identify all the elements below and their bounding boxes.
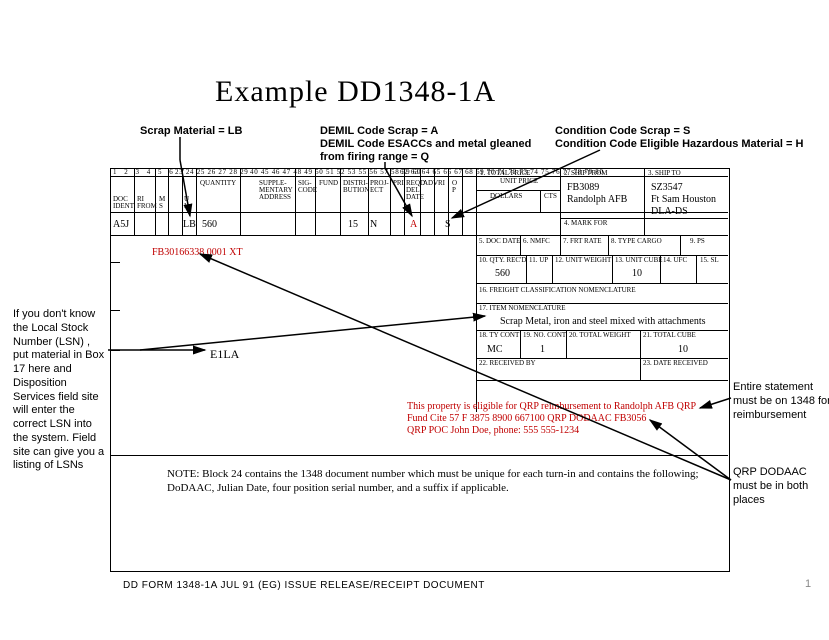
hdr-pri: PRI <box>393 180 404 187</box>
hdr-qty-recd: 10. QTY. REC'D <box>479 257 526 264</box>
hdr-type-cargo: 8. TYPE CARGO <box>611 238 662 245</box>
hdr-sig: SIG- CODE <box>298 180 317 194</box>
page-number: 1 <box>805 578 811 590</box>
hdr-dollars: DOLLARS <box>490 193 522 200</box>
val-ship-to-3: DLA-DS <box>651 206 688 217</box>
hdr-ri-from: RI FROM <box>137 196 157 210</box>
hdr-received-by: 22. RECEIVED BY <box>479 360 536 367</box>
qrp-line-3: QRP POC John Doe, phone: 555 555-1234 <box>407 425 579 436</box>
val-total-cube: 10 <box>678 344 688 355</box>
val-unit-cube: 10 <box>632 268 642 279</box>
legend-scrap-material: Scrap Material = LB <box>140 125 242 137</box>
hdr-total-cube: 21. TOTAL CUBE <box>643 332 696 339</box>
right-note-b: QRP DODAAC must be in both places <box>733 466 829 507</box>
qrp-line-1: This property is eligible for QRP reimbu… <box>407 401 696 412</box>
val-ship-to-2: Ft Sam Houston <box>651 194 716 205</box>
hdr-sl: 15. SL <box>700 257 719 264</box>
val-sa1: 15 <box>348 219 358 230</box>
hdr-ship-from: 2. SHIP FROM <box>564 170 608 177</box>
hdr-fund: FUND <box>319 180 338 187</box>
hdr-distrib: DISTRI- BUTION <box>343 180 369 194</box>
hdr-ship-to: 3. SHIP TO <box>648 170 681 177</box>
qrp-line-2: Fund Cite 57 F 3875 8900 667100 QRP DODA… <box>407 413 646 424</box>
hdr-unit-cube: 13. UNIT CUBE <box>615 257 663 264</box>
legend-demil-l3: from firing range = Q <box>320 151 429 163</box>
val-demil: A <box>410 219 417 230</box>
val-ui: LB <box>183 219 196 230</box>
page-title: Example DD1348-1A <box>215 75 496 109</box>
hdr-total-weight: 20. TOTAL WEIGHT <box>569 332 631 339</box>
hdr-freight-class: 16. FREIGHT CLASSIFICATION NOMENCLATURE <box>479 287 636 294</box>
hdr-supp-addr: SUPPLE- MENTARY ADDRESS <box>259 180 293 201</box>
val-item-nom: Scrap Metal, iron and steel mixed with a… <box>500 316 706 327</box>
hdr-frt-rate: 7. FRT RATE <box>563 238 602 245</box>
val-e1la: E1LA <box>210 347 239 362</box>
hdr-unit-weight: 12. UNIT WEIGHT <box>555 257 611 264</box>
legend-cond-l1: Condition Code Scrap = S <box>555 125 690 137</box>
val-sa2: N <box>370 219 377 230</box>
hdr-cts: CTS <box>544 193 557 200</box>
hdr-ri: RI <box>438 180 445 187</box>
hdr-proj: PROJ- ECT <box>370 180 389 194</box>
right-note-a: Entire statement must be on 1348 for rei… <box>733 381 829 422</box>
hdr-unit-price: UNIT PRICE <box>500 178 538 185</box>
doc-number: FB30166338 0001 XT <box>152 247 243 258</box>
hdr-ui: U I <box>184 196 189 210</box>
hdr-date-received: 23. DATE RECEIVED <box>643 360 708 367</box>
val-qty-recd: 560 <box>495 268 510 279</box>
col-numbers-b: 23 24 25 26 27 28 29 <box>175 168 249 176</box>
hdr-mark-for: 4. MARK FOR <box>564 220 607 227</box>
hdr-doc-ident: DOC IDENT <box>113 196 134 210</box>
val-ship-to-1: SZ3547 <box>651 182 683 193</box>
val-no-cont: 1 <box>540 344 545 355</box>
hdr-nmfc: 6. NMFC <box>523 238 550 245</box>
hdr-ps: 9. PS <box>690 238 705 245</box>
legend-cond-l2: Condition Code Eligible Hazardous Materi… <box>555 138 803 150</box>
legend-demil-l2: DEMIL Code ESACCs and metal gleaned <box>320 138 531 150</box>
val-ty-cont: MC <box>487 344 503 355</box>
hdr-no-cont: 19. NO. CONT <box>523 332 566 339</box>
left-margin-note: If you don't know the Local Stock Number… <box>13 308 108 473</box>
hdr-ufc: 14. UFC <box>663 257 687 264</box>
val-cond: S <box>445 219 451 230</box>
hdr-ms: M S <box>159 196 165 210</box>
hdr-total-price: 1. TOTAL PRICE <box>480 170 530 177</box>
hdr-adv: ADV <box>423 180 438 187</box>
val-ship-from-2: Randolph AFB <box>567 194 627 205</box>
form-footer: DD FORM 1348-1A JUL 91 (EG) ISSUE RELEAS… <box>123 580 485 591</box>
legend-demil-l1: DEMIL Code Scrap = A <box>320 125 438 137</box>
hdr-doc-date: 5. DOC DATE <box>479 238 520 245</box>
hdr-op: O P <box>452 180 457 194</box>
hdr-ty-cont: 18. TY CONT <box>479 332 519 339</box>
block-24-note: NOTE: Block 24 contains the 1348 documen… <box>167 467 707 496</box>
val-doc-ident: A5J <box>113 219 129 230</box>
hdr-up: 11. UP <box>529 257 548 264</box>
hdr-item-nom: 17. ITEM NOMENCLATURE <box>479 305 566 312</box>
col-numbers-c: 40 45 46 47 48 49 50 51 52 53 55 56 57 5… <box>250 168 421 176</box>
val-ship-from-1: FB3089 <box>567 182 599 193</box>
hdr-quantity: QUANTITY <box>200 180 236 187</box>
val-qty: 560 <box>202 219 217 230</box>
